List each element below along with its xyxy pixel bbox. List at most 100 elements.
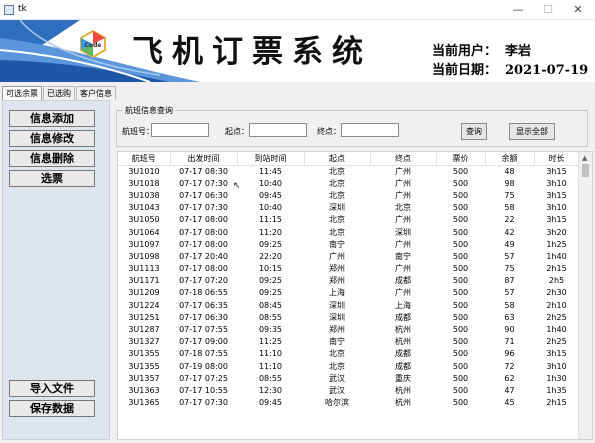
column-header[interactable]: 起点 bbox=[304, 152, 371, 166]
table-cell: 3U1043 bbox=[128, 203, 160, 213]
table-cell: 11:20 bbox=[258, 227, 283, 237]
svg-text:Code: Code bbox=[85, 42, 102, 49]
column-header[interactable]: 终点 bbox=[370, 152, 437, 166]
column-header[interactable]: 票价 bbox=[436, 152, 486, 166]
tab-customer-info[interactable]: 客户信息 bbox=[76, 86, 116, 100]
search-button[interactable]: 查询 bbox=[461, 123, 487, 140]
table-cell: 南宁 bbox=[395, 251, 411, 261]
table-cell: 09:35 bbox=[258, 325, 283, 335]
show-all-button[interactable]: 显示全部 bbox=[509, 123, 555, 140]
current-user-name: 李岩 bbox=[505, 44, 532, 59]
table-row[interactable]: 3U1038 07-17 06:30 09:45 北京 广州 500 75 3h15 bbox=[118, 189, 579, 201]
table-cell: 3h10 bbox=[546, 361, 567, 371]
table-cell: 3U1357 bbox=[128, 373, 160, 383]
table-cell: 哈尔滨 bbox=[325, 398, 349, 408]
destination-input[interactable] bbox=[341, 123, 399, 137]
column-header[interactable]: 出发时间 bbox=[170, 152, 238, 166]
table-row[interactable]: 3U1113 07-17 08:00 10:15 郑州 广州 500 75 2h15 bbox=[118, 263, 579, 275]
table-row[interactable]: 3U1209 07-18 06:55 09:25 上海 广州 500 57 2h30 bbox=[118, 287, 579, 299]
table-cell: 500 bbox=[452, 166, 469, 176]
column-header[interactable]: 到站时间 bbox=[237, 152, 305, 166]
table-cell: 09:25 bbox=[258, 288, 283, 298]
maximize-button[interactable]: ☐ bbox=[533, 0, 563, 20]
table-cell: 07-17 08:00 bbox=[179, 239, 228, 249]
sidebar-panel: 信息添加 信息修改 信息删除 选票 导入文件 保存数据 bbox=[2, 100, 110, 440]
table-cell: 500 bbox=[452, 276, 469, 286]
table-cell: 北京 bbox=[329, 178, 345, 188]
scroll-thumb[interactable] bbox=[582, 164, 589, 177]
table-row[interactable]: 3U1355 07-19 08:00 11:10 北京 成都 500 72 3h10 bbox=[118, 360, 579, 372]
table-cell: 72 bbox=[504, 361, 515, 371]
table-cell: 07-17 07:25 bbox=[179, 373, 228, 383]
table-row[interactable]: 3U1355 07-18 07:55 11:10 北京 成都 500 96 3h15 bbox=[118, 348, 579, 360]
close-button[interactable]: ✕ bbox=[563, 0, 593, 20]
table-row[interactable]: 3U1327 07-17 09:00 11:25 南宁 杭州 500 71 2h25 bbox=[118, 336, 579, 348]
save-data-button[interactable]: 保存数据 bbox=[9, 400, 95, 417]
table-cell: 2h15 bbox=[546, 398, 567, 408]
current-user-row: 当前用户： 李岩 bbox=[432, 40, 539, 59]
table-cell: 07-17 08:30 bbox=[179, 166, 228, 176]
delete-info-button[interactable]: 信息删除 bbox=[9, 150, 95, 167]
table-cell: 北京 bbox=[395, 203, 411, 213]
table-cell: 3U1050 bbox=[128, 215, 160, 225]
table-cell: 上海 bbox=[395, 300, 411, 310]
column-header[interactable]: 时长 bbox=[534, 152, 580, 166]
table-row[interactable]: 3U1018 07-17 07:30 10:40 北京 广州 500 98 3h10 bbox=[118, 177, 579, 189]
table-row[interactable]: 3U1098 07-17 20:40 22:20 广州 南宁 500 57 1h40 bbox=[118, 250, 579, 262]
table-cell: 2h25 bbox=[546, 312, 567, 322]
minimize-button[interactable]: — bbox=[503, 0, 533, 20]
table-cell: 2h30 bbox=[546, 288, 567, 298]
table-cell: 3U1209 bbox=[128, 288, 160, 298]
table-cell: 07-19 08:00 bbox=[179, 361, 228, 371]
current-date-label: 当前日期： bbox=[432, 63, 498, 78]
select-ticket-button[interactable]: 选票 bbox=[9, 170, 95, 187]
table-cell: 武汉 bbox=[329, 385, 345, 395]
table-cell: 武汉 bbox=[329, 373, 345, 383]
flight-number-input[interactable] bbox=[151, 123, 209, 137]
table-cell: 广州 bbox=[329, 251, 345, 261]
import-file-button[interactable]: 导入文件 bbox=[9, 380, 95, 397]
origin-label: 起点： bbox=[225, 127, 249, 136]
column-header[interactable]: 航班号 bbox=[118, 152, 171, 166]
table-row[interactable]: 3U1365 07-17 07:30 09:45 哈尔滨 杭州 500 45 2h15 bbox=[118, 397, 579, 409]
table-cell: 45 bbox=[504, 398, 515, 408]
add-info-button[interactable]: 信息添加 bbox=[9, 110, 95, 127]
table-cell: 07-17 07:20 bbox=[179, 276, 228, 286]
column-header[interactable]: 余额 bbox=[485, 152, 535, 166]
scroll-up-icon[interactable]: ▲ bbox=[582, 154, 587, 162]
table-cell: 09:25 bbox=[258, 239, 283, 249]
table-cell: 63 bbox=[504, 312, 515, 322]
table-cell: 07-17 07:30 bbox=[179, 203, 228, 213]
table-cell: 75 bbox=[504, 190, 515, 200]
table-cell: 500 bbox=[452, 325, 469, 335]
edit-info-button[interactable]: 信息修改 bbox=[9, 130, 95, 147]
table-cell: 广州 bbox=[395, 288, 411, 298]
table-cell: 3U1018 bbox=[128, 178, 160, 188]
table-row[interactable]: 3U1097 07-17 08:00 09:25 南宁 广州 500 49 1h25 bbox=[118, 238, 579, 250]
table-row[interactable]: 3U1287 07-17 07:55 09:35 郑州 杭州 500 90 1h40 bbox=[118, 323, 579, 335]
table-cell: 3U1355 bbox=[128, 349, 160, 359]
flight-table: 航班号 出发时间 到站时间 起点 终点 票价 余额 时长 3U1010 07-17… bbox=[118, 152, 580, 409]
table-scrollbar[interactable]: ▲ bbox=[578, 152, 592, 439]
tab-purchased[interactable]: 已选购 bbox=[43, 86, 75, 100]
table-cell: 成都 bbox=[395, 312, 411, 322]
table-cell: 08:55 bbox=[258, 373, 283, 383]
table-cell: 07-17 07:30 bbox=[179, 178, 228, 188]
table-row[interactable]: 3U1224 07-17 06:35 08:45 深圳 上海 500 58 2h10 bbox=[118, 299, 579, 311]
table-row[interactable]: 3U1251 07-17 06:30 08:55 深圳 成都 500 63 2h25 bbox=[118, 311, 579, 323]
table-cell: 2h15 bbox=[546, 264, 567, 274]
flight-query-frame: 航班信息查询 航班号： 起点： 终点： 查询 显示全部 bbox=[116, 105, 588, 147]
table-row[interactable]: 3U1357 07-17 07:25 08:55 武汉 重庆 500 62 1h30 bbox=[118, 372, 579, 384]
table-row[interactable]: 3U1050 07-17 08:00 11:15 北京 广州 500 22 3h15 bbox=[118, 214, 579, 226]
table-cell: 10:40 bbox=[258, 203, 283, 213]
table-cell: 500 bbox=[452, 215, 469, 225]
table-row[interactable]: 3U1064 07-17 08:00 11:20 北京 深圳 500 42 3h20 bbox=[118, 226, 579, 238]
table-row[interactable]: 3U1171 07-17 07:20 09:25 郑州 成都 500 87 2h5 bbox=[118, 275, 579, 287]
table-row[interactable]: 3U1363 07-17 10:55 12:30 武汉 杭州 500 47 1h35 bbox=[118, 384, 579, 396]
table-row[interactable]: 3U1010 07-17 08:30 11:45 北京 广州 500 48 3h15 bbox=[118, 165, 579, 177]
table-cell: 北京 bbox=[329, 227, 345, 237]
tab-available-tickets[interactable]: 可选余票 bbox=[2, 86, 42, 100]
table-row[interactable]: 3U1043 07-17 07:30 10:40 深圳 北京 500 58 3h10 bbox=[118, 202, 579, 214]
origin-input[interactable] bbox=[249, 123, 307, 137]
table-cell: 广州 bbox=[395, 215, 411, 225]
